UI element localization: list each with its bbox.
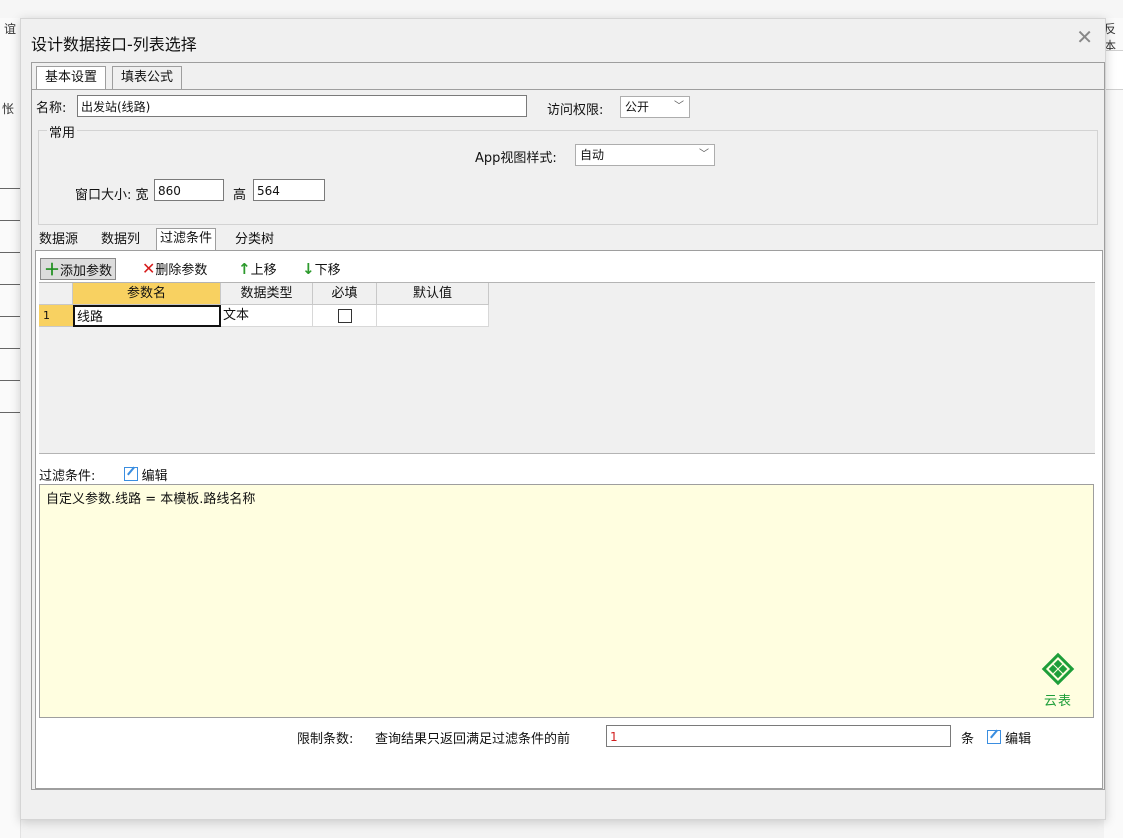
cell-required[interactable]	[313, 305, 377, 327]
app-view-select[interactable]: 自动 ﹀	[575, 144, 715, 166]
edit-icon	[987, 730, 1001, 744]
add-param-button[interactable]: ＋添加参数	[40, 258, 117, 280]
column-header-required[interactable]: 必填	[313, 283, 377, 305]
chevron-down-icon: ﹀	[674, 101, 684, 112]
chevron-down-icon: ﹀	[699, 149, 709, 160]
cell-param-name[interactable]: 线路	[73, 305, 221, 327]
background-glyph-topleft: 谊	[4, 22, 17, 36]
background-toolbar	[0, 0, 1123, 19]
window-size-label: 窗口大小: 宽	[75, 188, 149, 203]
grid-corner	[39, 283, 73, 305]
common-group: 常用 App视图样式: 自动 ﹀ 窗口大小: 宽 860 高 564	[38, 122, 1098, 225]
background-left-pane: 怅 谊	[0, 18, 21, 838]
limit-label: 限制条数:	[297, 732, 354, 747]
dialog-content: 基本设置 填表公式 名称: 出发站(线路) 访问权限: 公开 ﹀ 常用 App视…	[31, 62, 1105, 790]
arrow-up-icon: ↑	[238, 260, 251, 278]
tab-category-tree[interactable]: 分类树	[232, 230, 277, 250]
access-value: 公开	[625, 100, 650, 114]
tab-data-source[interactable]: 数据源	[36, 230, 81, 250]
delete-param-button[interactable]: ✕删除参数	[142, 258, 207, 280]
dialog-title: 设计数据接口-列表选择	[31, 35, 197, 54]
close-icon[interactable]: ✕	[1076, 25, 1093, 49]
column-header-default[interactable]: 默认值	[377, 283, 489, 305]
filter-label: 过滤条件:	[39, 469, 96, 484]
required-checkbox[interactable]	[337, 308, 352, 323]
width-input[interactable]: 860	[154, 179, 224, 201]
tab-filter-conditions[interactable]: 过滤条件	[156, 228, 217, 251]
limit-description: 查询结果只返回满足过滤条件的前	[375, 732, 571, 747]
limit-bar: 限制条数: 查询结果只返回满足过滤条件的前 1 条 编辑	[39, 722, 1092, 752]
tab-fill-formula[interactable]: 填表公式	[112, 66, 183, 89]
column-header-data-type[interactable]: 数据类型	[221, 283, 313, 305]
plus-icon: ＋	[44, 260, 61, 279]
filter-header: 过滤条件: 编辑	[39, 465, 168, 484]
background-right-pane: 反本	[1104, 18, 1123, 838]
column-header-param-name[interactable]: 参数名	[73, 283, 221, 305]
edit-icon	[123, 467, 138, 481]
height-label: 高	[233, 188, 247, 203]
name-input[interactable]: 出发站(线路)	[77, 95, 527, 117]
logo-text: 云表	[1043, 694, 1072, 709]
access-label: 访问权限:	[547, 103, 604, 118]
design-data-interface-dialog: 设计数据接口-列表选择 ✕ 基本设置 填表公式 名称: 出发站(线路) 访问权限…	[20, 18, 1106, 820]
row-number[interactable]: 1	[39, 305, 73, 327]
move-down-button[interactable]: ↓下移	[302, 258, 341, 280]
limit-count-input[interactable]: 1	[606, 725, 951, 747]
tab-basic-settings[interactable]: 基本设置	[36, 66, 107, 90]
filter-expression: 自定义参数.线路 = 本模板.路线名称	[46, 492, 256, 507]
background-glyph-right: 反本	[1104, 22, 1117, 53]
param-toolbar: ＋添加参数 ✕删除参数 ↑上移 ↓下移	[40, 256, 1088, 282]
delete-icon: ✕	[142, 259, 156, 278]
app-view-label: App视图样式:	[475, 151, 557, 166]
tab-data-columns[interactable]: 数据列	[98, 230, 143, 250]
move-up-button[interactable]: ↑上移	[238, 258, 277, 280]
logo-icon	[1041, 652, 1075, 686]
filter-panel: ＋添加参数 ✕删除参数 ↑上移 ↓下移 参数名 数据类型 必填 默认值 1 线路…	[35, 250, 1103, 789]
param-grid: 参数名 数据类型 必填 默认值 1 线路 文本	[39, 282, 1095, 454]
arrow-down-icon: ↓	[302, 260, 315, 278]
yunbiao-logo: 云表	[1037, 652, 1079, 709]
background-glyph-left: 怅	[2, 102, 15, 116]
limit-unit: 条	[961, 732, 975, 747]
filter-expression-area[interactable]: 自定义参数.线路 = 本模板.路线名称 云表	[39, 484, 1094, 718]
name-label: 名称:	[36, 101, 67, 116]
access-select[interactable]: 公开 ﹀	[620, 96, 690, 118]
cell-default[interactable]	[377, 305, 489, 327]
filter-edit-button[interactable]: 编辑	[123, 467, 168, 484]
height-input[interactable]: 564	[253, 179, 325, 201]
limit-edit-button[interactable]: 编辑	[987, 728, 1031, 747]
common-group-title: 常用	[47, 122, 78, 141]
app-view-value: 自动	[580, 148, 605, 162]
cell-data-type[interactable]: 文本	[221, 305, 313, 327]
